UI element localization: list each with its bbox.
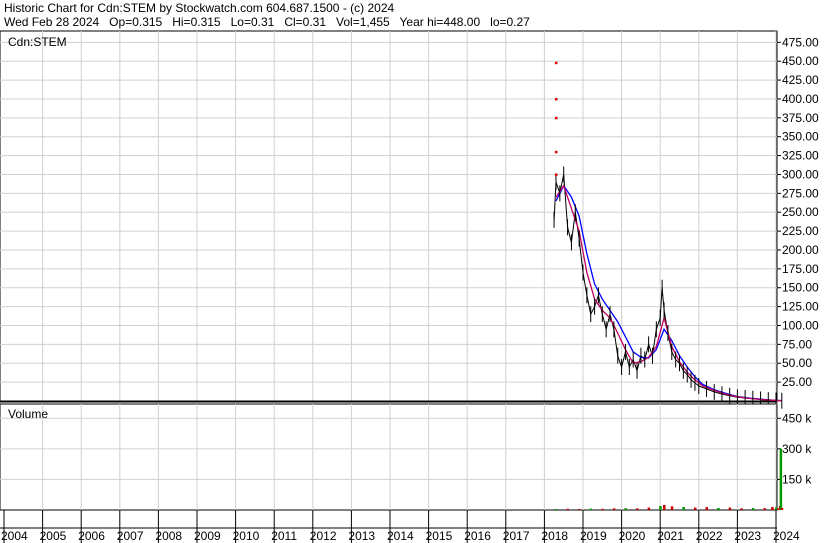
volume-y-axis: 150 k 300 k 450 k: [777, 411, 812, 486]
volume-bar: [612, 508, 616, 510]
volume-bar: [693, 507, 697, 510]
x-tick-label: 2010: [233, 529, 260, 543]
price-point-dot: [554, 61, 558, 65]
price-y-tick-label: 200.00: [782, 243, 819, 257]
volume-bar: [670, 506, 674, 510]
volume-bar: [682, 506, 685, 510]
x-tick-label: 2007: [117, 529, 144, 543]
volume-bar: [779, 448, 783, 510]
volume-bar: [647, 507, 651, 510]
volume-bar: [589, 508, 593, 510]
volume-bar: [554, 508, 558, 510]
price-y-tick-label: 425.00: [782, 73, 819, 87]
volume-bar: [663, 504, 666, 510]
volume-bar: [763, 508, 766, 510]
price-y-tick-label: 100.00: [782, 318, 819, 332]
price-y-tick-label: 25.00: [782, 375, 812, 389]
volume-bar: [751, 507, 755, 510]
x-tick-label: 2018: [541, 529, 568, 543]
volume-panel-title: Volume: [8, 407, 48, 421]
x-tick-label: 2006: [78, 529, 105, 543]
price-y-tick-label: 125.00: [782, 300, 819, 314]
volume-bar: [740, 508, 743, 510]
price-point-dot: [554, 116, 558, 120]
x-tick-label: 2012: [310, 529, 337, 543]
x-tick-label: 2023: [734, 529, 761, 543]
price-y-tick-label: 325.00: [782, 149, 819, 163]
price-y-tick-label: 175.00: [782, 262, 819, 276]
stock-chart: 25.00 50.00 75.00 100.00 125.00 150.00 175.00 2…: [0, 30, 819, 543]
price-y-tick-label: 225.00: [782, 224, 819, 238]
x-tick-label: 2017: [503, 529, 530, 543]
x-tick-label: 2004: [1, 529, 28, 543]
price-y-tick-label: 400.00: [782, 92, 819, 106]
price-y-tick-label: 150.00: [782, 281, 819, 295]
x-tick-label: 2015: [426, 529, 453, 543]
price-y-tick-label: 300.00: [782, 167, 819, 181]
price-y-axis: 25.00 50.00 75.00 100.00 125.00 150.00 175.00 2…: [777, 35, 819, 389]
price-point-dot: [554, 97, 558, 101]
volume-y-tick-label: 150 k: [782, 472, 812, 486]
price-y-tick-label: 275.00: [782, 186, 819, 200]
x-tick-label: 2014: [387, 529, 414, 543]
price-y-tick-label: 450.00: [782, 54, 819, 68]
price-y-tick-label: 375.00: [782, 111, 819, 125]
volume-bar: [780, 507, 784, 510]
x-tick-label: 2005: [40, 529, 67, 543]
volume-bar: [705, 507, 709, 510]
price-y-tick-label: 50.00: [782, 356, 812, 370]
volume-bar: [566, 508, 570, 510]
price-y-tick-label: 350.00: [782, 130, 819, 144]
x-tick-label: 2009: [194, 529, 221, 543]
x-axis: 2004 2005 2006 2007 2008 2009 2010 2011 2012 2013…: [1, 510, 800, 543]
price-point-dot: [554, 150, 558, 154]
price-y-tick-label: 475.00: [782, 35, 819, 49]
volume-bar: [717, 507, 720, 510]
volume-bar: [601, 508, 604, 510]
x-tick-label: 2022: [696, 529, 723, 543]
volume-bar: [636, 508, 639, 510]
x-tick-label: 2024: [773, 529, 800, 543]
volume-y-tick-label: 300 k: [782, 442, 812, 456]
price-y-tick-label: 250.00: [782, 205, 819, 219]
volume-bar: [659, 505, 662, 510]
x-tick-label: 2008: [155, 529, 182, 543]
volume-bar: [771, 506, 774, 510]
x-tick-label: 2011: [271, 529, 297, 543]
x-tick-label: 2019: [580, 529, 607, 543]
volume-bar: [624, 508, 627, 510]
price-point-dot: [554, 173, 558, 176]
x-tick-label: 2021: [657, 529, 684, 543]
x-tick-label: 2020: [619, 529, 646, 543]
x-tick-label: 2016: [464, 529, 491, 543]
price-y-tick-label: 75.00: [782, 337, 812, 351]
x-tick-label: 2013: [348, 529, 375, 543]
volume-bar: [728, 507, 732, 510]
volume-y-tick-label: 450 k: [782, 411, 812, 425]
price-panel-title: Cdn:STEM: [8, 35, 67, 49]
volume-bar: [578, 508, 581, 510]
